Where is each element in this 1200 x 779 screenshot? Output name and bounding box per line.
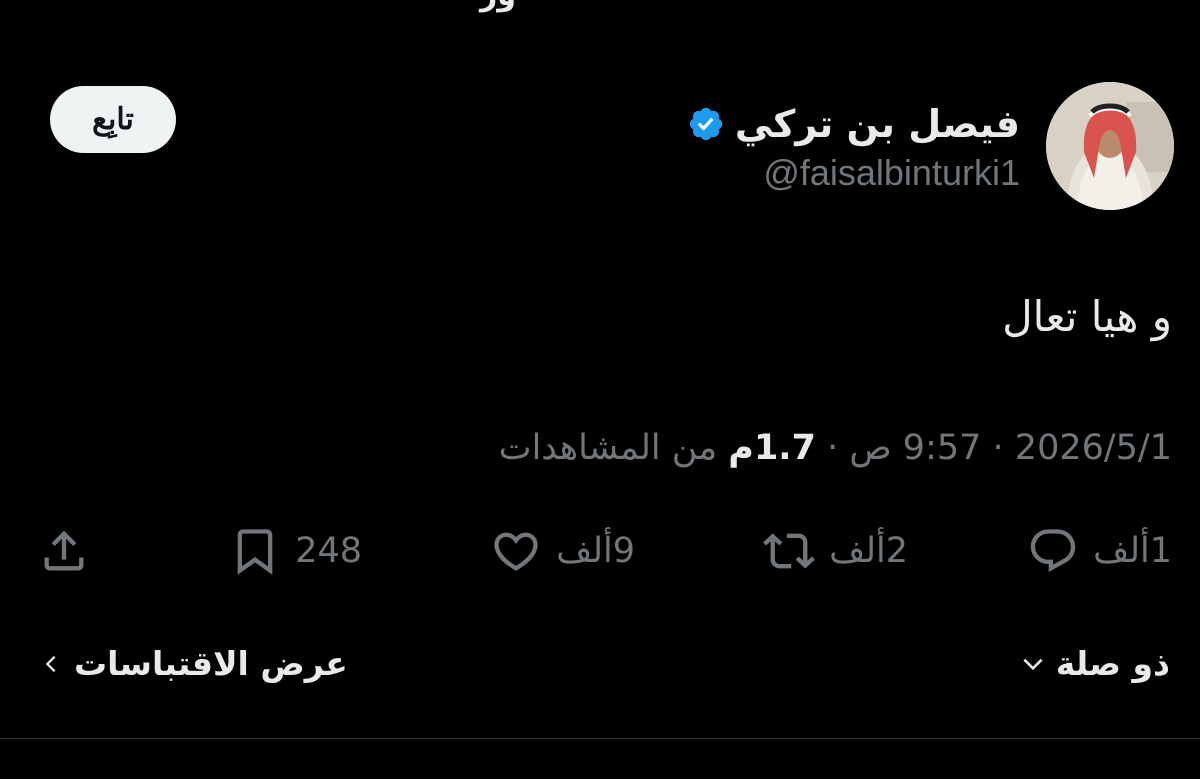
bookmark-count: 248 xyxy=(295,531,362,571)
view-quotes-link[interactable]: عرض الاقتباسات xyxy=(40,644,348,683)
tweet-meta: 2026/5/1 · 9:57 ص · 1.7م من المشاهدات xyxy=(499,428,1172,468)
like-count: 9ألف xyxy=(556,531,635,571)
bookmark-icon xyxy=(237,529,273,575)
chevron-down-icon xyxy=(1023,658,1043,670)
heart-icon xyxy=(494,532,538,571)
repost-count: 2ألف xyxy=(829,531,908,571)
views-label: من المشاهدات xyxy=(498,428,729,468)
author-handle[interactable]: @faisalbinturki1 xyxy=(763,152,1020,194)
meta-separator: · xyxy=(981,428,1015,468)
cut-header-text: ور xyxy=(480,0,516,13)
share-button[interactable] xyxy=(38,520,90,582)
like-button[interactable]: 9ألف xyxy=(490,520,635,582)
avatar-image xyxy=(1046,82,1174,210)
related-dropdown[interactable]: ذو صلة xyxy=(1020,644,1170,683)
tweet-text: و هيا تعال xyxy=(1002,292,1172,341)
view-quotes-label: عرض الاقتباسات xyxy=(74,644,348,683)
bookmark-button[interactable]: 248 xyxy=(229,520,362,582)
repost-icon xyxy=(763,533,815,569)
meta-separator: · xyxy=(815,428,850,468)
verified-badge-icon xyxy=(689,107,723,141)
follow-button[interactable]: تابِع xyxy=(50,86,176,153)
reply-icon xyxy=(1030,529,1076,573)
reply-count: 1ألف xyxy=(1093,531,1172,571)
author-name-row[interactable]: فيصل بن تركي xyxy=(687,100,1020,148)
tweet-date[interactable]: 2026/5/1 xyxy=(1015,428,1172,468)
share-icon xyxy=(44,530,84,571)
author-display-name[interactable]: فيصل بن تركي xyxy=(735,102,1020,146)
divider xyxy=(0,738,1200,739)
chevron-left-icon xyxy=(45,655,56,672)
author-avatar[interactable] xyxy=(1046,82,1174,210)
tweet-time[interactable]: 9:57 ص xyxy=(849,428,981,468)
repost-button[interactable]: 2ألف xyxy=(763,520,908,582)
related-label: ذو صلة xyxy=(1055,644,1170,683)
reply-button[interactable]: 1ألف xyxy=(1027,520,1172,582)
views-count: 1.7م xyxy=(728,428,816,468)
